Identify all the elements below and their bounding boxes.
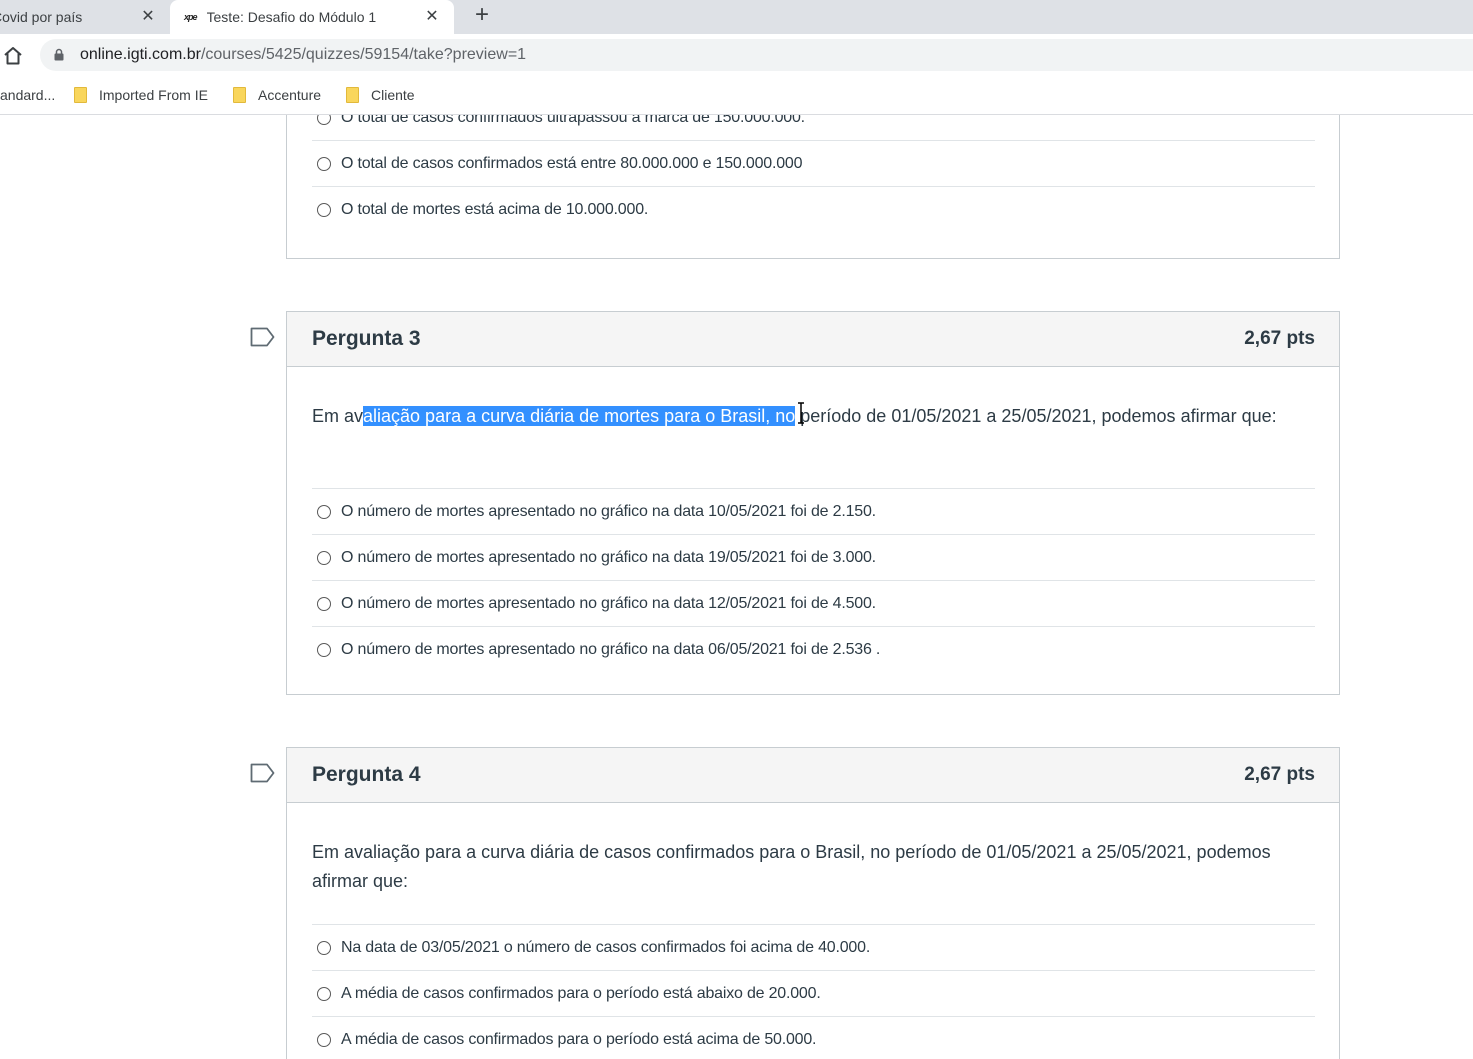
answer-option[interactable]: O total de mortes está acima de 10.000.0… [312, 186, 1315, 232]
question-header: Pergunta 4 2,67 pts [287, 748, 1339, 803]
selected-text: aliação para a curva diária de mortes pa… [363, 406, 796, 426]
tab-title: Teste: Desafio do Módulo 1 [206, 9, 377, 25]
question-4-card: Pergunta 4 2,67 pts Em avaliação para a … [286, 747, 1340, 1059]
tab-covid-por-pais[interactable]: Covid por país ✕ [0, 0, 170, 34]
home-icon[interactable] [2, 45, 24, 67]
quiz-content: O total de casos confirmados ultrapassou… [0, 115, 1473, 1059]
answer-label: O número de mortes apresentado no gráfic… [341, 502, 876, 520]
question-title: Pergunta 4 [312, 763, 421, 786]
answer-list: Na data de 03/05/2021 o número de casos … [312, 924, 1315, 1059]
radio-button[interactable] [317, 550, 331, 565]
question-header: Pergunta 3 2,67 pts [287, 312, 1339, 367]
radio-button[interactable] [317, 504, 331, 519]
answer-option[interactable]: O número de mortes apresentado no gráfic… [312, 534, 1315, 580]
radio-button[interactable] [317, 202, 331, 217]
answer-option[interactable]: O número de mortes apresentado no gráfic… [312, 488, 1315, 534]
radio-button[interactable] [317, 986, 331, 1001]
question-text: Em avaliação para a curva diária de mort… [312, 402, 1312, 431]
answer-option[interactable]: O número de mortes apresentado no gráfic… [312, 580, 1315, 626]
answer-label: A média de casos confirmados para o perí… [341, 984, 821, 1002]
answer-label: A média de casos confirmados para o perí… [341, 1030, 817, 1048]
bookmark-label: andard... [0, 87, 56, 103]
url-path: /courses/5425/quizzes/59154/take?preview… [200, 46, 527, 63]
url-text[interactable]: online.igti.com.br/courses/5425/quizzes/… [80, 46, 526, 64]
answer-option[interactable]: A média de casos confirmados para o perí… [312, 1016, 1315, 1059]
close-tab-icon[interactable]: ✕ [138, 7, 158, 27]
bookmark-cliente[interactable]: Cliente [346, 85, 415, 105]
answer-label: O número de mortes apresentado no gráfic… [341, 640, 881, 658]
question-text: Em avaliação para a curva diária de caso… [312, 842, 1271, 891]
tab-teste-desafio[interactable]: xpe Teste: Desafio do Módulo 1 ✕ [170, 0, 454, 34]
question-3-card: Pergunta 3 2,67 pts Em avaliação para a … [286, 311, 1340, 695]
radio-button[interactable] [317, 156, 331, 171]
xpe-favicon-icon: xpe [184, 12, 197, 22]
folder-icon [233, 87, 246, 103]
answer-label: O número de mortes apresentado no gráfic… [341, 594, 876, 612]
tab-strip: Covid por país ✕ xpe Teste: Desafio do M… [0, 0, 1473, 34]
text-cursor-icon [798, 402, 804, 424]
browser-toolbar: online.igti.com.br/courses/5425/quizzes/… [0, 34, 1473, 76]
answer-option[interactable]: Na data de 03/05/2021 o número de casos … [312, 924, 1315, 970]
answer-option[interactable]: O número de mortes apresentado no gráfic… [312, 626, 1315, 672]
answer-label: O total de casos confirmados ultrapassou… [341, 115, 805, 126]
folder-icon [74, 87, 87, 103]
question-text-part: período de 01/05/2021 a 25/05/2021, pode… [795, 406, 1277, 426]
bookmark-imported-from-ie[interactable]: Imported From IE [74, 85, 208, 105]
bookmark-label: Imported From IE [99, 87, 208, 103]
radio-button[interactable] [317, 1032, 331, 1047]
radio-button[interactable] [317, 115, 331, 125]
bookmark-standard[interactable]: andard... [0, 85, 55, 105]
answer-label: O total de mortes está acima de 10.000.0… [341, 200, 649, 218]
answer-label: O número de mortes apresentado no gráfic… [341, 548, 876, 566]
answer-label: Na data de 03/05/2021 o número de casos … [341, 938, 871, 956]
radio-button[interactable] [317, 596, 331, 611]
answer-list: O total de casos confirmados ultrapassou… [312, 115, 1315, 232]
radio-button[interactable] [317, 642, 331, 657]
url-host: online.igti.com.br [80, 46, 201, 63]
answer-list: O número de mortes apresentado no gráfic… [312, 488, 1315, 672]
close-tab-icon[interactable]: ✕ [422, 7, 442, 27]
question-2-card: O total de casos confirmados ultrapassou… [286, 115, 1340, 259]
answer-option[interactable]: O total de casos confirmados está entre … [312, 140, 1315, 186]
lock-icon[interactable] [54, 48, 64, 61]
radio-button[interactable] [317, 940, 331, 955]
question-points: 2,67 pts [1244, 328, 1315, 349]
answer-option[interactable]: O total de casos confirmados ultrapassou… [312, 115, 1315, 140]
flag-question-icon[interactable] [250, 763, 276, 783]
bookmark-accenture[interactable]: Accenture [233, 85, 321, 105]
question-text-part: Em av [312, 406, 364, 426]
answer-label: O total de casos confirmados está entre … [341, 154, 803, 172]
flag-question-icon[interactable] [250, 327, 276, 347]
folder-icon [346, 87, 359, 103]
question-title: Pergunta 3 [312, 327, 421, 350]
tab-title: Covid por país [0, 9, 83, 25]
bookmark-label: Accenture [258, 87, 322, 103]
answer-option[interactable]: A média de casos confirmados para o perí… [312, 970, 1315, 1016]
new-tab-button[interactable]: + [468, 2, 496, 30]
question-points: 2,67 pts [1244, 764, 1315, 785]
address-bar[interactable]: online.igti.com.br/courses/5425/quizzes/… [40, 39, 1473, 71]
bookmarks-bar: andard... Imported From IE Accenture Cli… [0, 76, 1473, 115]
bookmark-label: Cliente [371, 87, 415, 103]
